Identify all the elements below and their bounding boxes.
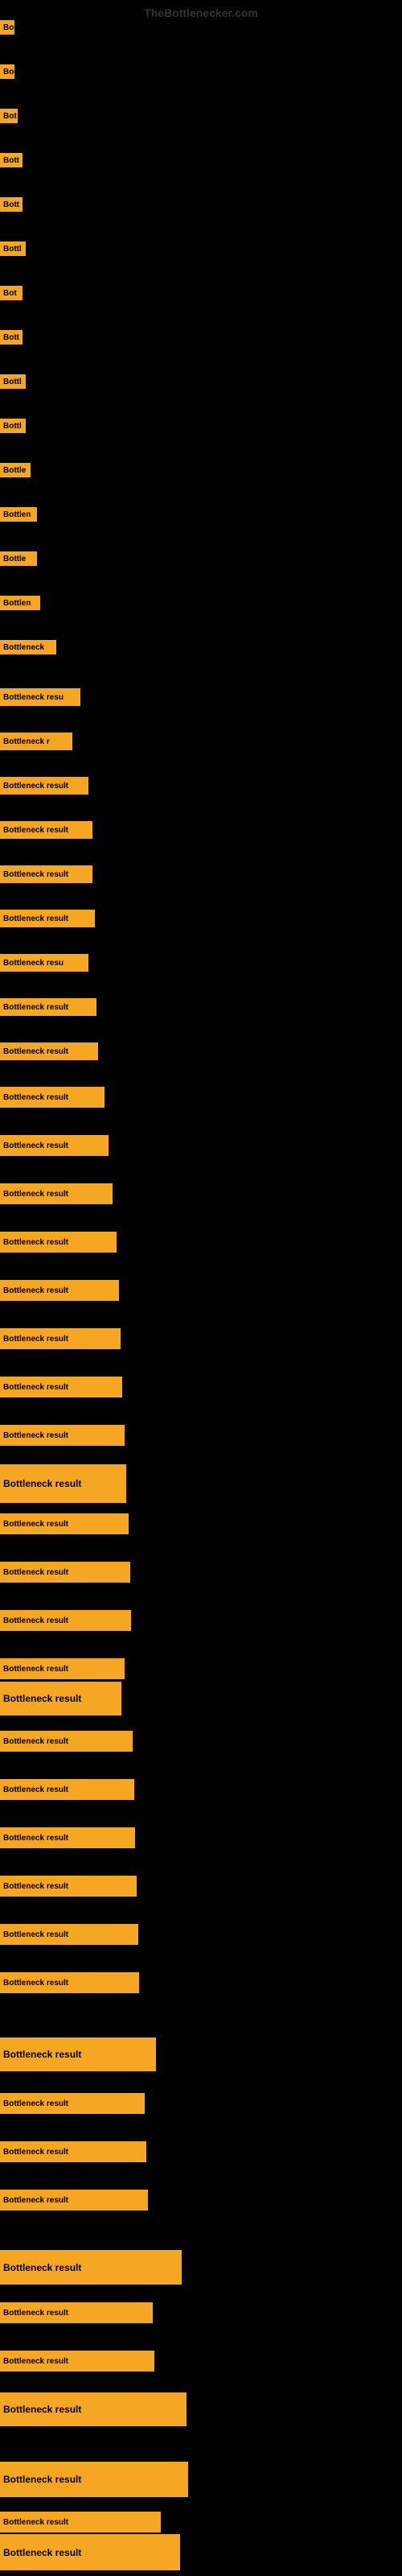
bar-item: Bottleneck result (0, 1042, 98, 1060)
bar-item: Bottleneck result (0, 1682, 121, 1715)
bar-item: Bottleneck result (0, 2141, 146, 2162)
bar-item: Bo (0, 64, 14, 79)
bar-item: Bottleneck result (0, 1087, 105, 1108)
bar-item: Bottlen (0, 507, 37, 522)
bar-item: Bottleneck result (0, 1658, 125, 1679)
bar-item: Bottleneck result (0, 2250, 182, 2285)
bar-item: Bottleneck result (0, 1183, 113, 1204)
bar-item: Bottleneck result (0, 2093, 145, 2114)
bar-item: Bottleneck result (0, 1135, 109, 1156)
bar-item: Bottleneck result (0, 2351, 154, 2372)
bar-item: Bottleneck result (0, 1972, 139, 1993)
bar-item: Bottleneck result (0, 1610, 131, 1631)
bar-item: Bottleneck result (0, 1464, 126, 1503)
bar-item: Bottleneck result (0, 1731, 133, 1752)
bar-item: Bott (0, 197, 23, 212)
bar-item: Bottleneck result (0, 2302, 153, 2323)
bar-item: Bottleneck result (0, 1328, 121, 1349)
bar-item: Bottleneck result (0, 2392, 187, 2426)
bar-item: Bottleneck result (0, 1232, 117, 1253)
bar-item: Bottleneck result (0, 1779, 134, 1800)
bar-item: Bottleneck result (0, 2534, 180, 2570)
bar-item: Bo (0, 20, 14, 35)
bar-item: Bott (0, 153, 23, 167)
bar-item: Bottl (0, 242, 26, 256)
bar-item: Bottleneck result (0, 1562, 130, 1583)
bar-item: Bottleneck result (0, 2037, 156, 2071)
bar-item: Bottleneck r (0, 733, 72, 750)
bar-item: Bottleneck result (0, 1425, 125, 1446)
bar-item: Bottle (0, 463, 31, 477)
bar-item: Bottleneck result (0, 1513, 129, 1534)
bar-item: Bottleneck result (0, 1377, 122, 1397)
bar-item: Bottlen (0, 596, 40, 610)
bar-item: Bottle (0, 551, 37, 566)
bar-item: Bott (0, 330, 23, 345)
bar-item: Bottleneck result (0, 777, 88, 795)
bar-item: Bot (0, 286, 23, 300)
bar-item: Bottleneck result (0, 821, 92, 839)
bar-item: Bottleneck result (0, 2512, 161, 2533)
bar-item: Bottleneck resu (0, 954, 88, 972)
site-title: TheBottlenecker.com (144, 6, 258, 19)
bar-item: Bottleneck result (0, 865, 92, 883)
bar-item: Bottleneck result (0, 1876, 137, 1897)
bar-item: Bottleneck (0, 640, 56, 654)
bar-item: Bottleneck result (0, 1827, 135, 1848)
bar-item: Bottleneck result (0, 1924, 138, 1945)
bar-item: Bottleneck result (0, 998, 96, 1016)
bar-item: Bottleneck result (0, 1280, 119, 1301)
bar-item: Bottleneck result (0, 910, 95, 927)
bar-item: Bottleneck result (0, 2190, 148, 2211)
bar-item: Bot (0, 109, 18, 123)
bar-item: Bottl (0, 419, 26, 433)
bar-item: Bottleneck resu (0, 688, 80, 706)
bar-item: Bottleneck result (0, 2462, 188, 2497)
bar-item: Bottl (0, 374, 26, 389)
